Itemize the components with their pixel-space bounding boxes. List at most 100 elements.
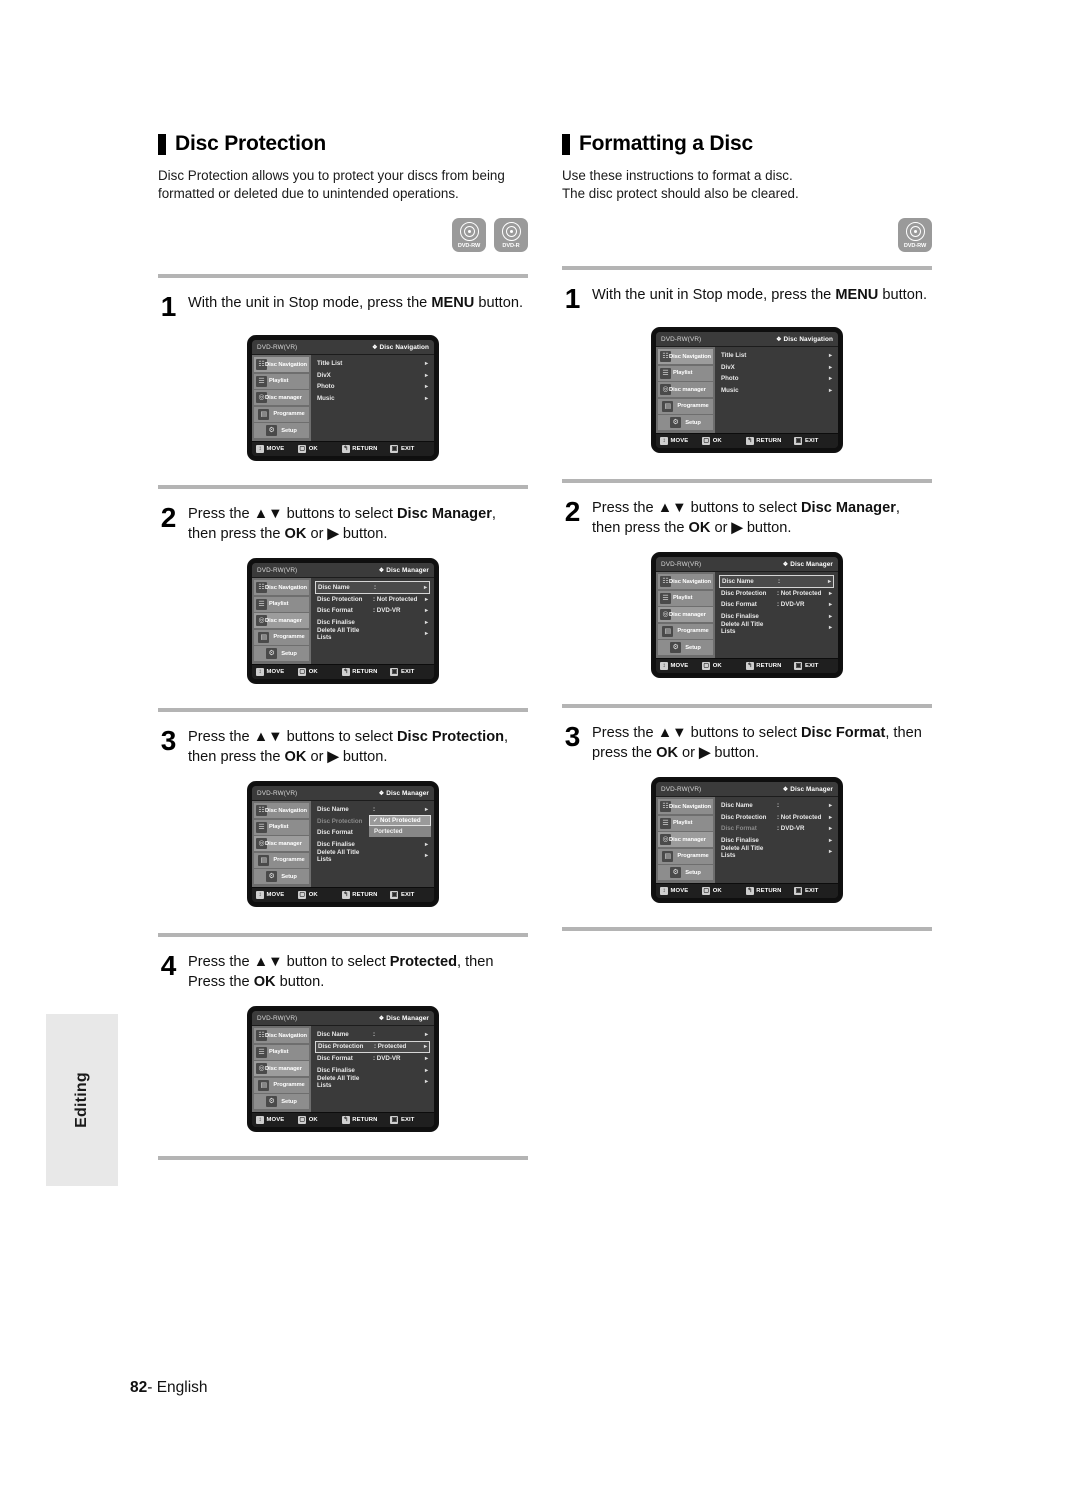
osd-footer-move[interactable]: ↕ MOVE xyxy=(256,445,284,453)
osd-menu-row[interactable]: Delete All Title Lists ▸ xyxy=(315,1075,430,1089)
osd-sidebar-item-programme[interactable]: ▤ Programme xyxy=(254,1077,309,1093)
osd-footer-exit[interactable]: ▣ EXIT xyxy=(390,1116,414,1124)
osd-sidebar-item-setup[interactable]: ⚙ Setup xyxy=(658,865,713,880)
osd-dropdown-item[interactable]: Portected xyxy=(369,826,431,837)
osd-menu-row[interactable]: Disc Name: ▸ xyxy=(315,804,430,816)
osd-footer-exit[interactable]: ▣ EXIT xyxy=(390,445,414,453)
osd-screen-inner: DVD-RW(VR) ❖ Disc Manager ☷ Disc Navigation ☰… xyxy=(656,557,838,673)
osd-menu-row[interactable]: Disc Format: DVD-VR ▸ xyxy=(719,823,834,835)
osd-footer-return[interactable]: ↰ RETURN xyxy=(341,668,378,676)
osd-menu-row[interactable]: Disc Format: DVD-VR ▸ xyxy=(315,605,430,617)
osd-footer-return[interactable]: ↰ RETURN xyxy=(745,887,782,895)
osd-footer-exit[interactable]: ▣ EXIT xyxy=(390,891,414,899)
osd-menu-row[interactable]: Disc Format: DVD-VR ▸ xyxy=(719,599,834,611)
osd-footer-move[interactable]: ↕ MOVE xyxy=(660,887,688,895)
osd-sidebar-item-setup[interactable]: ⚙ Setup xyxy=(254,423,309,438)
osd-menu-row[interactable]: Delete All Title Lists ▸ xyxy=(315,849,430,863)
osd-menu-row[interactable]: Disc Protection: Protected ▸ xyxy=(315,1040,430,1053)
osd-menu-row[interactable]: Photo ▸ xyxy=(315,381,430,393)
osd-footer-exit[interactable]: ▣ EXIT xyxy=(794,662,818,670)
osd-sidebar-item-disc-navigation[interactable]: ☷ Disc Navigation xyxy=(658,349,713,364)
osd-footer-move[interactable]: ↕ MOVE xyxy=(660,437,688,445)
osd-footer-ok[interactable]: ▢ OK xyxy=(298,668,318,676)
osd-sidebar-item-programme[interactable]: ▤ Programme xyxy=(254,629,309,645)
osd-menu-row[interactable]: Delete All Title Lists ▸ xyxy=(719,845,834,859)
osd-menu-row[interactable]: Disc Name: ▸ xyxy=(315,581,430,594)
osd-footer-ok[interactable]: ▢ OK xyxy=(702,887,722,895)
osd-sidebar-item-label: Disc manager xyxy=(265,1065,302,1072)
setup-gear-icon: ⚙ xyxy=(266,871,278,882)
step-instruction-text: Press the ▲▼ buttons to select Disc Prot… xyxy=(188,726,528,767)
osd-footer-exit[interactable]: ▣ EXIT xyxy=(390,668,414,676)
osd-sidebar-item-playlist[interactable]: ☰ Playlist xyxy=(254,373,309,389)
osd-sidebar-item-disc-navigation[interactable]: ☷ Disc Navigation xyxy=(658,799,713,814)
osd-footer-return[interactable]: ↰ RETURN xyxy=(341,891,378,899)
osd-sidebar-item-disc-manager[interactable]: ◎ Disc manager xyxy=(254,613,309,628)
osd-footer-return[interactable]: ↰ RETURN xyxy=(341,445,378,453)
osd-footer-move[interactable]: ↕ MOVE xyxy=(256,668,284,676)
osd-menu-row[interactable]: Disc Protection: Not Protected ▸ xyxy=(719,588,834,600)
osd-footer-return[interactable]: ↰ RETURN xyxy=(745,437,782,445)
osd-footer-move[interactable]: ↕ MOVE xyxy=(660,662,688,670)
osd-sidebar-item-playlist[interactable]: ☰ Playlist xyxy=(658,590,713,606)
osd-sidebar-item-disc-manager[interactable]: ◎ Disc manager xyxy=(254,836,309,851)
osd-footer-exit[interactable]: ▣ EXIT xyxy=(794,887,818,895)
osd-menu-row[interactable]: Music ▸ xyxy=(315,393,430,405)
osd-menu-row[interactable]: Music ▸ xyxy=(719,385,834,397)
osd-menu-row[interactable]: Disc Name: ▸ xyxy=(315,1029,430,1041)
osd-menu-row[interactable]: Disc Format: DVD-VR ▸ xyxy=(315,1053,430,1065)
osd-menu-row[interactable]: Disc Name: ▸ xyxy=(719,800,834,812)
osd-sidebar-item-playlist[interactable]: ☰ Playlist xyxy=(658,815,713,831)
osd-menu-row[interactable]: DivX ▸ xyxy=(315,370,430,382)
osd-sidebar-item-programme[interactable]: ▤ Programme xyxy=(658,398,713,414)
osd-sidebar-item-programme[interactable]: ▤ Programme xyxy=(254,852,309,868)
osd-menu-row[interactable]: Disc Protection: Not Protected ▸ xyxy=(719,812,834,824)
osd-footer-move[interactable]: ↕ MOVE xyxy=(256,1116,284,1124)
osd-sidebar-item-setup[interactable]: ⚙ Setup xyxy=(254,869,309,884)
osd-dropdown-item[interactable]: ✓ Not Protected xyxy=(369,815,431,826)
osd-sidebar-item-disc-manager[interactable]: ◎ Disc manager xyxy=(658,607,713,622)
osd-sidebar-item-disc-navigation[interactable]: ☷ Disc Navigation xyxy=(254,580,309,595)
osd-sidebar-item-setup[interactable]: ⚙ Setup xyxy=(658,415,713,430)
osd-footer-ok[interactable]: ▢ OK xyxy=(298,1116,318,1124)
osd-sidebar-item-disc-manager[interactable]: ◎ Disc manager xyxy=(254,1061,309,1076)
osd-sidebar-item-setup[interactable]: ⚙ Setup xyxy=(254,646,309,661)
osd-sidebar-item-playlist[interactable]: ☰ Playlist xyxy=(658,365,713,381)
osd-menu-row[interactable]: Title List ▸ xyxy=(719,350,834,362)
osd-menu-row[interactable]: Disc Name: ▸ xyxy=(719,575,834,588)
osd-sidebar-item-disc-manager[interactable]: ◎ Disc manager xyxy=(254,390,309,405)
osd-footer-move[interactable]: ↕ MOVE xyxy=(256,891,284,899)
osd-sidebar-item-label: Setup xyxy=(685,419,701,426)
osd-sidebar-item-disc-navigation[interactable]: ☷ Disc Navigation xyxy=(254,357,309,372)
osd-footer-ok[interactable]: ▢ OK xyxy=(298,891,318,899)
osd-menu-row[interactable]: Delete All Title Lists ▸ xyxy=(315,627,430,641)
osd-menu-row[interactable]: DivX ▸ xyxy=(719,362,834,374)
osd-sidebar-item-programme[interactable]: ▤ Programme xyxy=(254,406,309,422)
osd-menu-row[interactable]: Disc Protection: Not Protected ▸ xyxy=(315,594,430,606)
osd-sidebar-item-setup[interactable]: ⚙ Setup xyxy=(254,1094,309,1109)
osd-sidebar-item-programme[interactable]: ▤ Programme xyxy=(658,623,713,639)
return-icon: ↰ xyxy=(341,668,350,676)
osd-sidebar-item-disc-manager[interactable]: ◎ Disc manager xyxy=(658,382,713,397)
osd-sidebar-item-playlist[interactable]: ☰ Playlist xyxy=(254,819,309,835)
osd-sidebar-item-playlist[interactable]: ☰ Playlist xyxy=(254,1044,309,1060)
osd-footer-return[interactable]: ↰ RETURN xyxy=(745,662,782,670)
chevron-right-icon: ▸ xyxy=(828,837,832,844)
osd-footer-ok[interactable]: ▢ OK xyxy=(702,662,722,670)
osd-sidebar-item-setup[interactable]: ⚙ Setup xyxy=(658,640,713,655)
osd-footer-ok[interactable]: ▢ OK xyxy=(298,445,318,453)
osd-footer-exit[interactable]: ▣ EXIT xyxy=(794,437,818,445)
osd-sidebar-item-playlist[interactable]: ☰ Playlist xyxy=(254,596,309,612)
osd-sidebar-item-disc-navigation[interactable]: ☷ Disc Navigation xyxy=(254,1028,309,1043)
osd-menu-row[interactable]: Photo ▸ xyxy=(719,373,834,385)
osd-menu-row[interactable]: Title List ▸ xyxy=(315,358,430,370)
osd-sidebar-item-disc-manager[interactable]: ◎ Disc manager xyxy=(658,832,713,847)
osd-footer-ok[interactable]: ▢ OK xyxy=(702,437,722,445)
osd-footer-return[interactable]: ↰ RETURN xyxy=(341,1116,378,1124)
osd-sidebar-item-disc-navigation[interactable]: ☷ Disc Navigation xyxy=(658,574,713,589)
chevron-right-icon: ▸ xyxy=(424,1079,428,1086)
osd-menu-row[interactable]: Delete All Title Lists ▸ xyxy=(719,621,834,635)
section-divider xyxy=(562,479,932,483)
osd-sidebar-item-programme[interactable]: ▤ Programme xyxy=(658,848,713,864)
osd-sidebar-item-disc-navigation[interactable]: ☷ Disc Navigation xyxy=(254,803,309,818)
